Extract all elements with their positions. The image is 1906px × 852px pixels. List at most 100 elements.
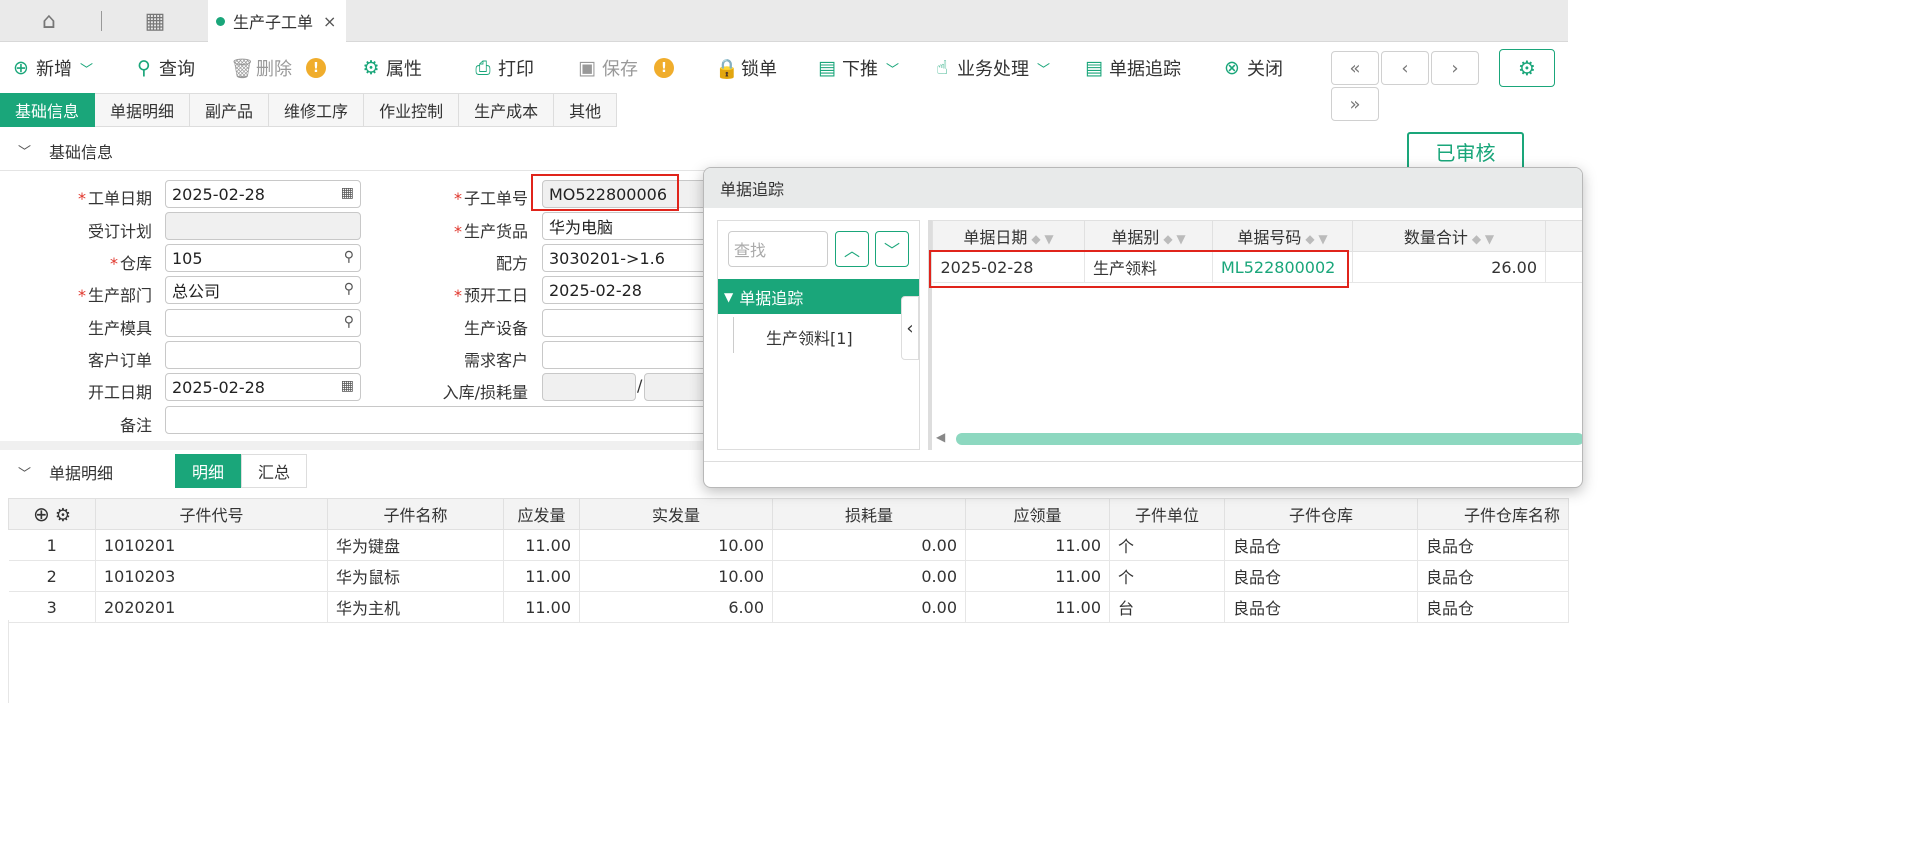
cell[interactable]: 良品仓 (1417, 560, 1569, 592)
add-button[interactable]: ⊕ 新增 ﹀ (10, 53, 93, 83)
close-tab-icon[interactable]: × (323, 12, 336, 31)
home-icon[interactable]: ⌂ (37, 9, 61, 34)
tree-node-root[interactable]: ▼ 单据追踪 (718, 279, 919, 314)
chevron-down-icon[interactable]: ﹀ (80, 59, 93, 78)
chevron-down-icon[interactable]: ﹀ (1037, 59, 1050, 78)
cell[interactable]: 台 (1109, 591, 1225, 623)
save-button[interactable]: ▣ 保存 ! (576, 53, 674, 83)
sort-filter-icon[interactable]: ◆ ▼ (1163, 232, 1185, 246)
search-icon[interactable]: ⚲ (344, 281, 354, 297)
col-header[interactable]: 子件仓库名称 (1417, 498, 1569, 530)
cell[interactable]: 良品仓 (1224, 529, 1418, 561)
cell[interactable]: 0.00 (772, 560, 966, 592)
cell[interactable]: 华为鼠标 (327, 560, 504, 592)
cell[interactable]: 1010203 (95, 560, 328, 592)
col-header[interactable]: 应发量 (503, 498, 580, 530)
tab-summary[interactable]: 汇总 (241, 454, 308, 488)
start-date-field[interactable]: 2025-02-28 ▦ (165, 373, 361, 401)
tree-search-input[interactable]: 查找 (728, 231, 828, 267)
calendar-icon[interactable]: ▦ (341, 378, 354, 394)
cell[interactable]: 10.00 (579, 529, 773, 561)
lock-button[interactable]: 🔒 锁单 (715, 53, 777, 83)
in-qty-field[interactable] (542, 373, 636, 401)
col-header[interactable]: 数量合计 ◆ ▼ (1352, 220, 1546, 252)
close-button[interactable]: ⊗ 关闭 (1221, 53, 1283, 83)
dept-field[interactable]: 总公司 ⚲ (165, 276, 361, 304)
table-row[interactable]: 2 1010203 华为鼠标 11.00 10.00 0.00 11.00 个 … (8, 560, 1569, 592)
settings-gear-icon[interactable]: ⚙ (1499, 49, 1555, 87)
tab-basic-info[interactable]: 基础信息 (0, 93, 96, 127)
col-header[interactable]: 单据日期 ◆ ▼ (932, 220, 1085, 252)
cell[interactable]: 2020201 (95, 591, 328, 623)
tab-detail[interactable]: 明细 (175, 454, 242, 488)
tab-repair-process[interactable]: 维修工序 (269, 93, 365, 127)
last-record-button[interactable]: » (1331, 87, 1379, 121)
tab-other[interactable]: 其他 (554, 93, 618, 127)
col-header[interactable]: 单据别 ◆ ▼ (1084, 220, 1213, 252)
cell[interactable]: 良品仓 (1224, 560, 1418, 592)
cell[interactable]: 10.00 (579, 560, 773, 592)
chevron-down-icon[interactable]: ﹀ (886, 59, 899, 78)
warehouse-field[interactable]: 105 ⚲ (165, 244, 361, 272)
apps-grid-icon[interactable]: ▦ (143, 9, 167, 34)
properties-button[interactable]: ⚙ 属性 (360, 53, 422, 83)
query-button[interactable]: ⚲ 查询 (133, 53, 195, 83)
sort-filter-icon[interactable]: ◆ ▼ (1031, 232, 1053, 246)
col-header[interactable]: 子件名称 (327, 498, 504, 530)
cell[interactable]: 11.00 (503, 560, 580, 592)
tab-job-control[interactable]: 作业控制 (364, 93, 460, 127)
trace-button[interactable]: ▤ 单据追踪 (1083, 53, 1181, 83)
cell[interactable]: 华为主机 (327, 591, 504, 623)
collapse-panel-icon[interactable]: ‹ (901, 296, 919, 360)
col-header[interactable]: 子件单位 (1109, 498, 1225, 530)
warning-icon[interactable]: ! (654, 58, 674, 78)
tab-production-suborder[interactable]: 生产子工单 × (208, 0, 346, 42)
col-header[interactable]: 应领量 (965, 498, 1110, 530)
customer-order-field[interactable] (165, 341, 361, 369)
col-header[interactable]: 子件仓库 (1224, 498, 1418, 530)
tab-doc-detail[interactable]: 单据明细 (95, 93, 191, 127)
warning-icon[interactable]: ! (306, 58, 326, 78)
cell[interactable]: 6.00 (579, 591, 773, 623)
cell[interactable]: 11.00 (965, 529, 1110, 561)
cell[interactable]: 良品仓 (1417, 591, 1569, 623)
business-button[interactable]: ☝ 业务处理 ﹀ (931, 53, 1050, 83)
cell[interactable]: 0.00 (772, 529, 966, 561)
cell[interactable]: 26.00 (1352, 251, 1546, 283)
prev-record-button[interactable]: ‹ (1381, 51, 1429, 85)
sort-filter-icon[interactable]: ◆ ▼ (1472, 232, 1494, 246)
tab-production-cost[interactable]: 生产成本 (459, 93, 555, 127)
col-header[interactable]: 子件代号 (95, 498, 328, 530)
horizontal-scrollbar[interactable]: ◀ (934, 430, 1582, 446)
chevron-down-icon[interactable]: ﹀ (875, 231, 909, 267)
next-record-button[interactable]: › (1431, 51, 1479, 85)
cell[interactable]: 华为键盘 (327, 529, 504, 561)
cell[interactable]: 良品仓 (1417, 529, 1569, 561)
plan-field[interactable] (165, 212, 361, 240)
print-button[interactable]: ⎙ 打印 (472, 53, 534, 83)
table-row[interactable]: 3 2020201 华为主机 11.00 6.00 0.00 11.00 台 良… (8, 591, 1569, 623)
cell[interactable]: 11.00 (503, 529, 580, 561)
mold-field[interactable]: ⚲ (165, 309, 361, 337)
search-icon[interactable]: ⚲ (344, 314, 354, 330)
first-record-button[interactable]: « (1331, 51, 1379, 85)
col-header[interactable]: 实发量 (579, 498, 773, 530)
cell[interactable]: 个 (1109, 529, 1225, 561)
table-row[interactable]: 1 1010201 华为键盘 11.00 10.00 0.00 11.00 个 … (8, 529, 1569, 561)
cell[interactable]: 11.00 (965, 591, 1110, 623)
col-header[interactable]: 损耗量 (772, 498, 966, 530)
scrollbar-thumb[interactable] (956, 433, 1582, 445)
tab-byproduct[interactable]: 副产品 (190, 93, 270, 127)
push-down-button[interactable]: ▤ 下推 ﹀ (816, 53, 899, 83)
add-row-icon[interactable]: ⊕ (33, 502, 50, 526)
cell[interactable]: 11.00 (965, 560, 1110, 592)
search-icon[interactable]: ⚲ (344, 249, 354, 265)
chevron-up-icon[interactable]: ︿ (835, 231, 869, 267)
calendar-icon[interactable]: ▦ (341, 185, 354, 201)
cell[interactable]: 11.00 (503, 591, 580, 623)
sort-filter-icon[interactable]: ◆ ▼ (1305, 232, 1327, 246)
cell[interactable]: 1010201 (95, 529, 328, 561)
order-date-field[interactable]: 2025-02-28 ▦ (165, 180, 361, 208)
gear-icon[interactable]: ⚙ (55, 505, 71, 526)
remark-field[interactable] (165, 406, 725, 434)
